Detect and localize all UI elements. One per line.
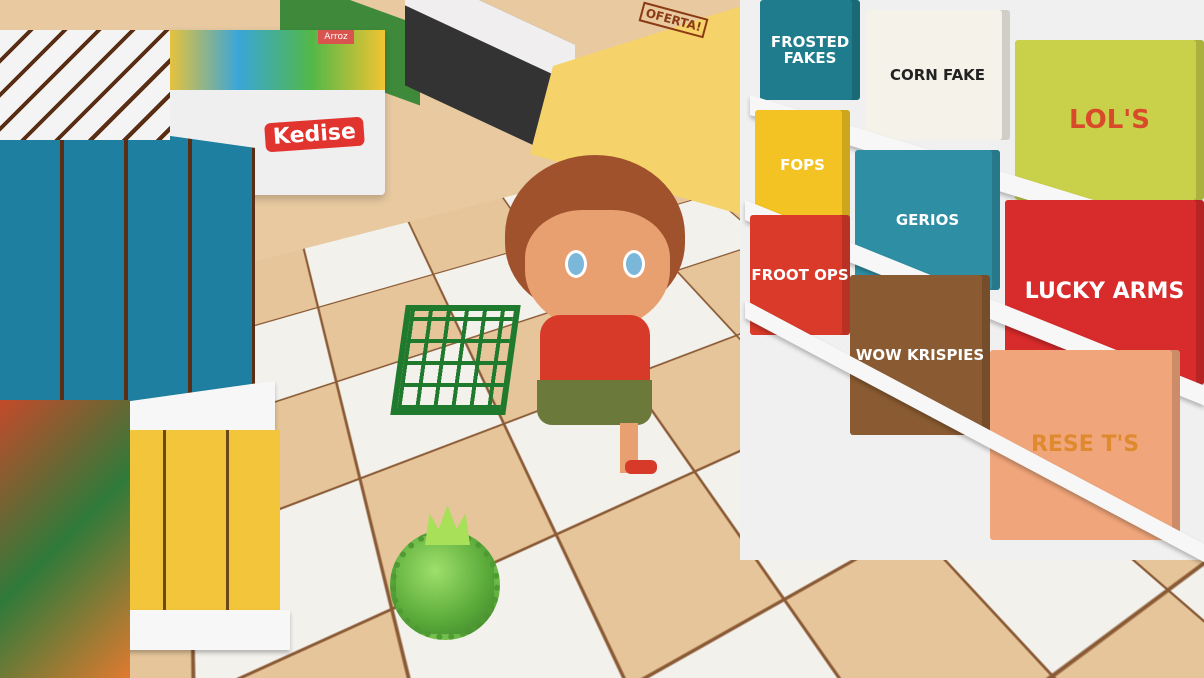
kedise-logo: Kedise (264, 116, 365, 153)
cereal-box-frosted-fakes: FROSTED FAKES (760, 0, 860, 100)
game-scene: OFERTA! Kedise Arroz FROSTED FAKES CORN … (0, 0, 1204, 678)
character-eye (623, 250, 645, 278)
character-eye (565, 250, 587, 278)
cereal-box-corn-fake: CORN FAKE (865, 10, 1010, 140)
left-shelf-green-boxes (0, 400, 130, 678)
player-character (495, 155, 695, 485)
character-skirt (537, 380, 652, 425)
character-shoe (625, 460, 657, 474)
cereal-box-fops: FOPS (755, 110, 850, 220)
virus-enemy (390, 530, 500, 640)
cereal-box-lols: LOL'S (1015, 40, 1204, 200)
shopping-basket (390, 305, 521, 415)
character-face (525, 210, 670, 330)
rice-sign: Arroz (318, 30, 354, 44)
left-shelf-top-boxes (0, 30, 170, 140)
